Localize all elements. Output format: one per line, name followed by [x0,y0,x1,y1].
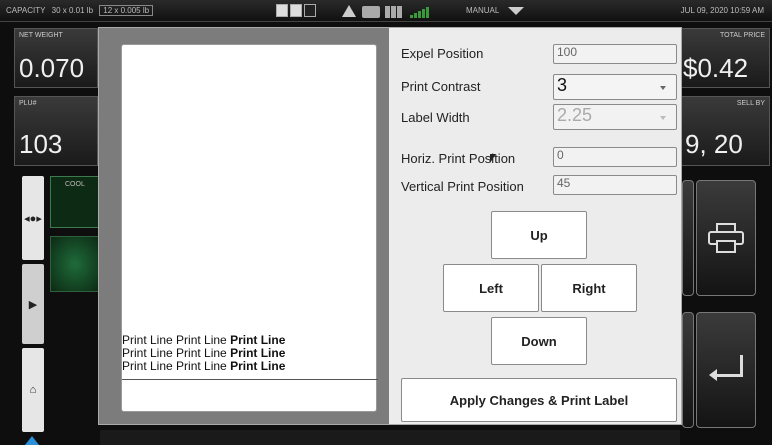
plu-panel: PLU# 103 [14,96,98,166]
printer-icon [708,223,744,253]
apply-and-print-button[interactable]: Apply Changes & Print Label [401,378,677,422]
cool-panel[interactable]: COOL [50,176,100,228]
up-button[interactable]: Up [491,211,587,259]
plu-label: PLU# [19,100,37,107]
left-button[interactable]: Left [443,264,539,312]
vertical-print-position-input[interactable]: 45 [553,175,677,195]
print-contrast-value: 3 [557,75,568,95]
label-width-select[interactable]: 2.25 [553,104,677,130]
expel-position-input[interactable]: 100 [553,44,677,64]
total-price-panel: TOTAL PRICE $0.42 [680,28,770,88]
right-button[interactable]: Right [541,264,637,312]
signal-icon [410,6,429,18]
printer-status-icon [362,6,380,18]
sell-by-panel: SELL BY 9, 20 [680,96,770,166]
mode-label: MANUAL [466,6,500,15]
print-button[interactable] [696,180,756,296]
play-icon: ▶ [28,298,38,311]
net-weight-panel: NET WEIGHT 0.070 [14,28,98,88]
enter-button[interactable] [696,312,756,428]
plu-value: 103 [19,129,63,159]
label-settings-dialog: Print Line Print Line Print Line Print L… [98,27,682,425]
print-contrast-label: Print Contrast [401,79,481,94]
play-tab[interactable]: ▶ [22,264,44,344]
cool-label: COOL [65,181,85,188]
print-contrast-select[interactable]: 3 [553,74,677,100]
enter-icon [709,355,743,385]
toggle-icon[interactable] [276,4,316,17]
net-weight-label: NET WEIGHT [19,32,63,39]
expel-position-label: Expel Position [401,46,484,61]
label-width-value: 2.25 [557,105,593,125]
down-button[interactable]: Down [491,317,587,365]
horiz-print-position-label: Horiz. Print Position [401,151,516,166]
print-line-row: Print Line Print Line Print Line [122,359,286,373]
warning-icon [342,5,356,17]
label-width-label: Label Width [401,110,470,125]
total-price-label: TOTAL PRICE [720,32,765,39]
bottom-strip [100,430,680,445]
label-preview: Print Line Print Line Print Line Print L… [121,44,378,412]
scale-icon: ◂●▸ [24,212,42,225]
sell-by-label: SELL BY [736,100,765,107]
mode-dropdown-icon[interactable] [508,7,524,15]
hidden-button-lower[interactable] [682,312,694,428]
mouse-cursor-icon [490,154,496,163]
total-price-value: $0.42 [683,53,749,83]
label-preview-frame: Print Line Print Line Print Line Print L… [99,28,389,424]
print-lines: Print Line Print Line Print Line Print L… [122,334,378,373]
hidden-button-upper[interactable] [682,180,694,296]
chevron-down-icon [660,116,666,120]
capacity-value-secondary: 12 x 0.005 lb [99,5,154,16]
status-bar: CAPACITY 30 x 0.01 lb 12 x 0.005 lb MANU… [0,0,772,22]
sell-by-value: 9, 20 [685,129,743,159]
label-divider [122,379,378,380]
net-weight-value: 0.070 [19,53,85,83]
home-icon: ⌂ [29,384,37,396]
side-tabs: ◂●▸ ▶ ⌂ [22,176,44,440]
scale-tab[interactable]: ◂●▸ [22,176,44,260]
vertical-print-position-label: Vertical Print Position [401,179,524,194]
chevron-down-icon [660,86,666,90]
capacity-label: CAPACITY [6,6,46,15]
up-arrow-icon[interactable] [25,436,39,445]
grid-icon [385,6,403,18]
home-tab[interactable]: ⌂ [22,348,44,432]
capacity-value-primary: 30 x 0.01 lb [51,6,94,15]
datetime: JUL 09, 2020 10:59 AM [680,6,764,15]
horiz-print-position-input[interactable]: 0 [553,147,677,167]
capacity-info: CAPACITY 30 x 0.01 lb 12 x 0.005 lb [6,5,157,16]
product-image[interactable] [50,236,100,292]
